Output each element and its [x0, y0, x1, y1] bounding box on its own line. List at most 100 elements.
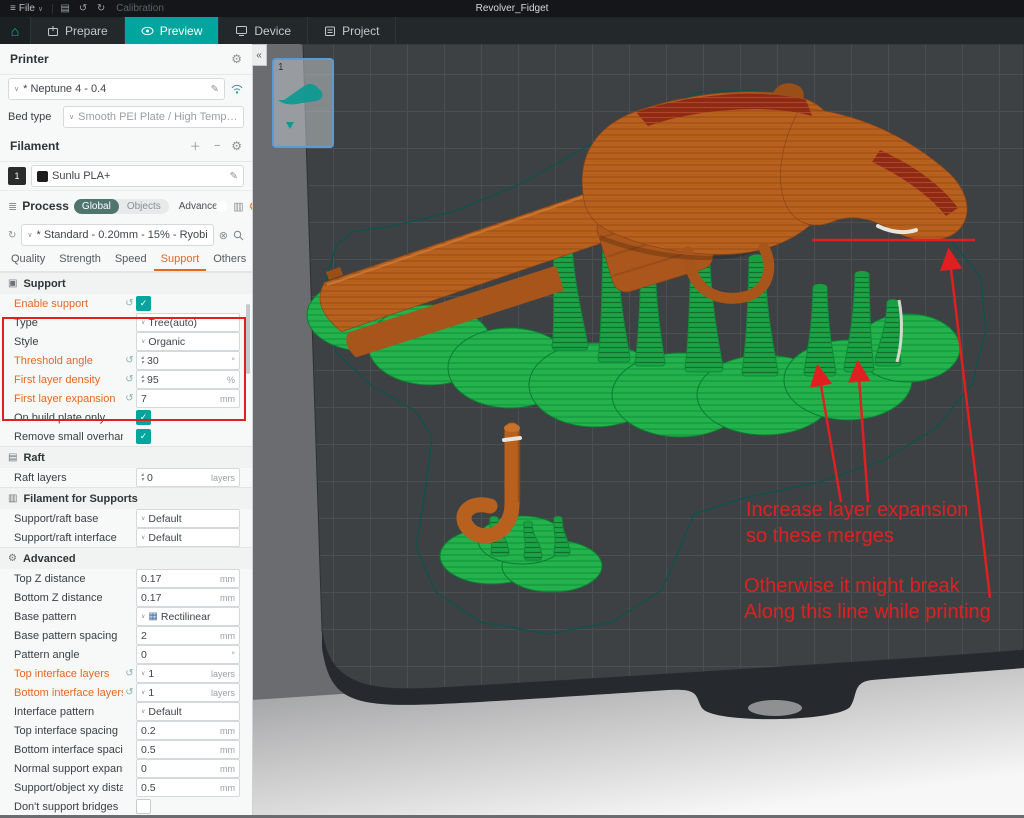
top-interface-spacing-input[interactable]: 0.2mm — [136, 721, 240, 740]
section-header-raft[interactable]: ▤Raft — [0, 446, 252, 468]
tab-preview[interactable]: Preview — [125, 17, 220, 44]
file-menu-label: File — [19, 3, 35, 14]
don-t-support-bridges-checkbox[interactable] — [136, 799, 151, 814]
printer-preset-row: ∨ * Neptune 4 - 0.4 ✎ — [0, 75, 252, 103]
tab-others[interactable]: Others — [206, 249, 253, 271]
setting-row-support-raft-base: Support/raft base∨Default — [0, 509, 252, 528]
printer-section-title: Printer — [10, 52, 49, 66]
base-pattern-select[interactable]: ∨▦Rectilinear — [136, 607, 240, 626]
top-interface-layers-select[interactable]: ∨1layers — [136, 664, 240, 683]
section-header-advanced[interactable]: ⚙ Advanced — [0, 547, 252, 569]
spinner-arrows[interactable]: ▴▾ — [141, 473, 144, 483]
threshold-angle-input[interactable]: ▴▾30° — [136, 351, 240, 370]
preset-sync-icon[interactable]: ↻ — [8, 230, 16, 241]
search-icon[interactable] — [233, 230, 244, 241]
tab-quality[interactable]: Quality — [4, 249, 52, 271]
setting-row-base-pattern-spacing: Base pattern spacing2mm — [0, 626, 252, 645]
undo-icon[interactable]: ↺ — [74, 3, 92, 14]
tab-strength[interactable]: Strength — [52, 249, 108, 271]
tree-support-tip — [855, 271, 869, 277]
edit-filament-icon[interactable]: ✎ — [230, 171, 238, 182]
tab-prepare[interactable]: Prepare — [31, 17, 125, 44]
top-z-distance-input[interactable]: 0.17mm — [136, 569, 240, 588]
tab-device[interactable]: Device — [219, 17, 308, 44]
chevron-down-icon: ∨ — [141, 515, 145, 522]
reset-to-default-icon[interactable]: ↺ — [123, 355, 136, 366]
first-layer-density-input[interactable]: ▴▾95% — [136, 370, 240, 389]
process-preset-select[interactable]: ∨ * Standard - 0.20mm - 15% - Ryobi — [21, 224, 213, 246]
section-header-support[interactable]: ▣ Support — [0, 272, 252, 294]
tab-project[interactable]: Project — [308, 17, 396, 44]
edit-printer-icon[interactable]: ✎ — [211, 84, 219, 95]
filament-settings-gear-icon[interactable]: ⚙ — [231, 139, 242, 153]
calibration-menu[interactable]: Calibration — [110, 0, 170, 17]
setting-value: 0.5 — [141, 782, 156, 794]
setting-row-threshold-angle: Threshold angle↺▴▾30° — [0, 351, 252, 370]
enable-support-checkbox[interactable]: ✓ — [136, 296, 151, 311]
remove-small-overhangs-checkbox[interactable]: ✓ — [136, 429, 151, 444]
first-layer-expansion-input[interactable]: 7mm — [136, 389, 240, 408]
tune-icon[interactable]: ⚙ — [249, 200, 253, 213]
remove-filament-icon[interactable]: − — [209, 140, 225, 152]
support-object-xy-distance-input[interactable]: 0.5mm — [136, 778, 240, 797]
support-raft-base-select[interactable]: ∨Default — [136, 509, 240, 528]
wifi-icon[interactable] — [230, 83, 244, 95]
clear-preset-icon[interactable]: ⊗ — [219, 229, 228, 242]
reset-to-default-icon[interactable]: ↺ — [123, 374, 136, 385]
filament-preset-select[interactable]: Sunlu PLA+ ✎ — [31, 165, 244, 187]
collapse-sidebar-button[interactable]: « — [252, 44, 267, 66]
setting-value: 0.2 — [141, 725, 156, 737]
home-button[interactable]: ⌂ — [0, 17, 31, 44]
bottom-z-distance-input[interactable]: 0.17mm — [136, 588, 240, 607]
pattern-angle-input[interactable]: 0° — [136, 645, 240, 664]
type-select[interactable]: ∨Tree(auto) — [136, 313, 240, 332]
chevron-down-icon: ∨ — [69, 113, 74, 121]
section-title: Filament for Supports — [23, 493, 137, 505]
printer-preset-select[interactable]: ∨ * Neptune 4 - 0.4 ✎ — [8, 78, 225, 100]
on-build-plate-only-checkbox[interactable]: ✓ — [136, 410, 151, 425]
bottom-interface-spacing-input[interactable]: 0.5mm — [136, 740, 240, 759]
process-scope-toggle[interactable]: Global Objects — [74, 199, 169, 214]
setting-row-interface-pattern: Interface pattern∨Default — [0, 702, 252, 721]
scope-objects[interactable]: Objects — [119, 199, 169, 214]
file-menu[interactable]: ≡ File ∨ — [4, 0, 49, 17]
support-raft-interface-select[interactable]: ∨Default — [136, 528, 240, 547]
setting-value: Default — [148, 706, 181, 718]
setting-row-support-object-xy-distance: Support/object xy distance0.5mm — [0, 778, 252, 797]
device-icon — [235, 25, 248, 37]
bottom-interface-layers-select[interactable]: ∨1layers — [136, 683, 240, 702]
settings-list: ▣SupportEnable support↺✓Type∨Tree(auto)S… — [0, 272, 252, 815]
plate-icon[interactable]: ▤ — [56, 3, 74, 14]
advanced-section-icon: ⚙ — [8, 553, 17, 564]
tab-support[interactable]: Support — [154, 249, 207, 271]
bed-type-select[interactable]: ∨ Smooth PEI Plate / High Temp Plate — [63, 106, 244, 128]
raft-layers-input[interactable]: ▴▾0layers — [136, 468, 240, 487]
sidebar-scrollbar[interactable] — [246, 304, 250, 374]
printer-settings-gear-icon[interactable]: ⚙ — [231, 52, 242, 66]
style-select[interactable]: ∨Organic — [136, 332, 240, 351]
add-filament-icon[interactable]: ＋ — [187, 138, 203, 154]
spinner-arrows[interactable]: ▴▾ — [141, 356, 144, 366]
spinner-arrows[interactable]: ▴▾ — [141, 375, 144, 385]
reset-to-default-icon[interactable]: ↺ — [123, 687, 136, 698]
support-section-icon: ▣ — [8, 278, 17, 289]
section-header-filament-for-supports[interactable]: ▥Filament for Supports — [0, 487, 252, 509]
interface-pattern-select[interactable]: ∨Default — [136, 702, 240, 721]
reset-to-default-icon[interactable]: ↺ — [123, 668, 136, 679]
process-title: Process — [22, 199, 69, 213]
reset-to-default-icon[interactable]: ↺ — [123, 393, 136, 404]
section-title: Support — [23, 278, 65, 290]
section-title: Advanced — [23, 553, 76, 565]
tab-speed[interactable]: Speed — [108, 249, 154, 271]
scope-global[interactable]: Global — [74, 199, 119, 214]
plate-thumbnail[interactable]: 1 — [272, 58, 334, 148]
compare-presets-icon[interactable]: ▥ — [233, 200, 243, 213]
base-pattern-spacing-input[interactable]: 2mm — [136, 626, 240, 645]
viewport-3d[interactable]: Increase layer expansion so these merges… — [252, 44, 1024, 815]
reset-to-default-icon[interactable]: ↺ — [123, 298, 136, 309]
filament-slot-badge[interactable]: 1 — [8, 167, 26, 185]
tab-label: Prepare — [65, 24, 108, 38]
normal-support-expansion-input[interactable]: 0mm — [136, 759, 240, 778]
redo-icon[interactable]: ↻ — [92, 3, 110, 14]
process-header-row: ≣ Process Global Objects Advanced ▥ ⚙ — [0, 190, 252, 221]
